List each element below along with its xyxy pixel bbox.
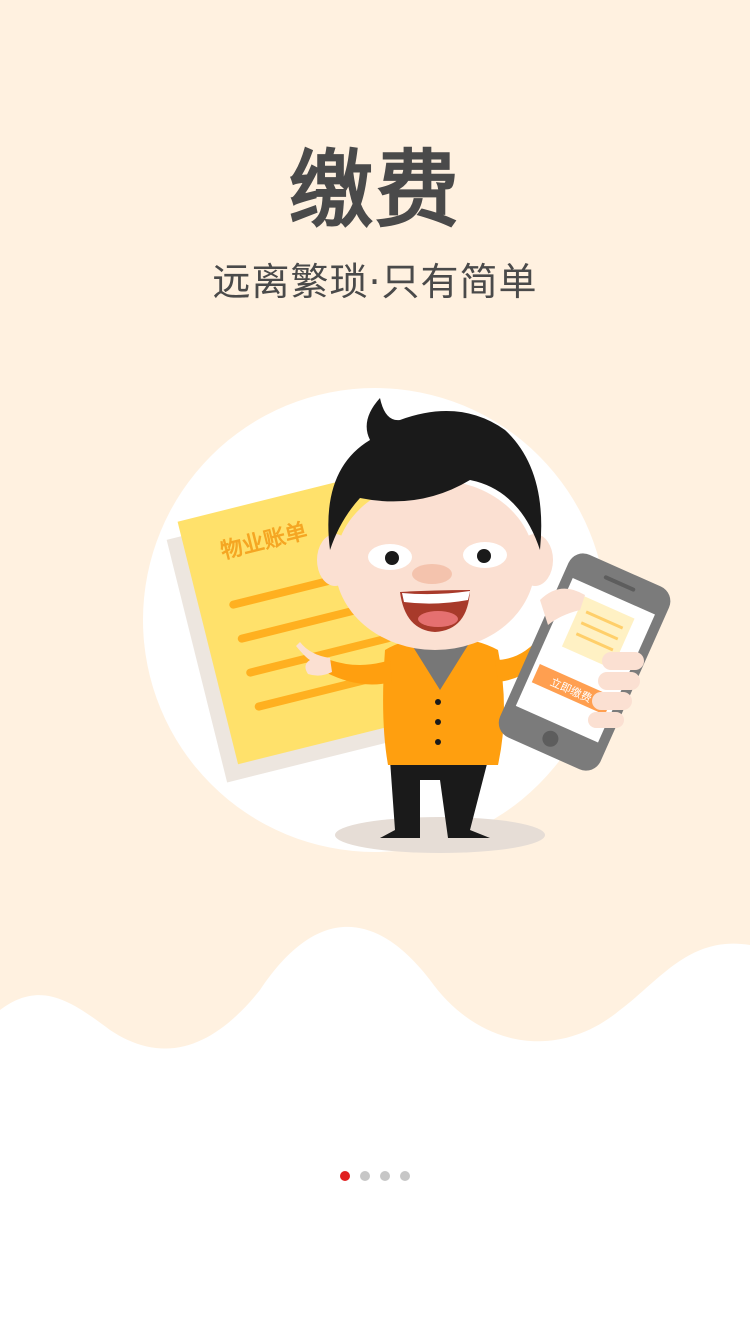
payment-illustration: 物业账单 立即缴费	[143, 388, 671, 853]
page-dot-2[interactable]	[360, 1171, 370, 1181]
page-indicator	[0, 1171, 750, 1183]
page-title: 缴费	[288, 141, 461, 239]
page-subtitle: 远离繁琐·只有简单	[212, 260, 538, 304]
page-dot-4[interactable]	[400, 1171, 410, 1181]
page-dot-3[interactable]	[380, 1171, 390, 1181]
page-dot-1[interactable]	[340, 1171, 350, 1181]
